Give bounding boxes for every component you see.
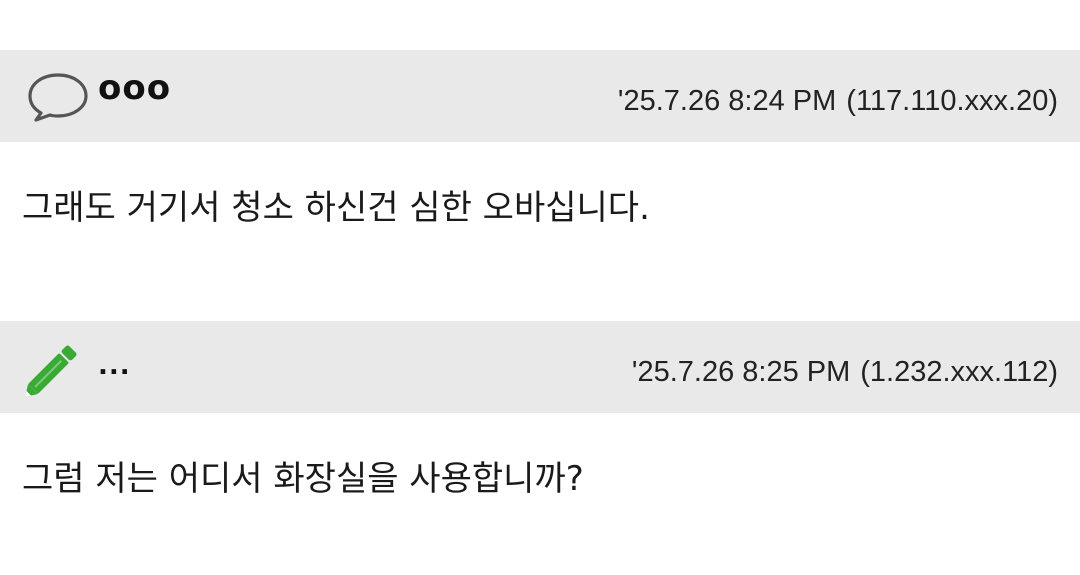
pencil-icon [25,341,90,397]
comment-text: 그래도 거기서 청소 하신건 심한 오바십니다. [22,188,650,228]
comment-header: ... '25.7.26 8:25 PM (1.232.xxx.112) [0,321,1080,413]
comment-ip: (1.232.xxx.112) [860,356,1058,388]
comment-ip: (117.110.xxx.20) [846,85,1058,117]
comment-author: ooo [98,68,172,108]
comment-header: ooo '25.7.26 8:24 PM (117.110.xxx.20) [0,50,1080,142]
comment-item: ooo '25.7.26 8:24 PM (117.110.xxx.20) 그래도… [0,50,1080,229]
comment-item: ... '25.7.26 8:25 PM (1.232.xxx.112) 그럼 저… [0,321,1080,500]
comment-meta: '25.7.26 8:25 PM (1.232.xxx.112) [632,356,1058,389]
speech-bubble-icon [26,70,90,126]
comment-author: ... [98,351,131,381]
comment-timestamp: '25.7.26 8:24 PM [617,85,837,117]
comment-meta: '25.7.26 8:24 PM (117.110.xxx.20) [618,85,1058,118]
comment-text: 그럼 저는 어디서 화장실을 사용합니까? [22,459,584,499]
comment-timestamp: '25.7.26 8:25 PM [631,356,851,388]
